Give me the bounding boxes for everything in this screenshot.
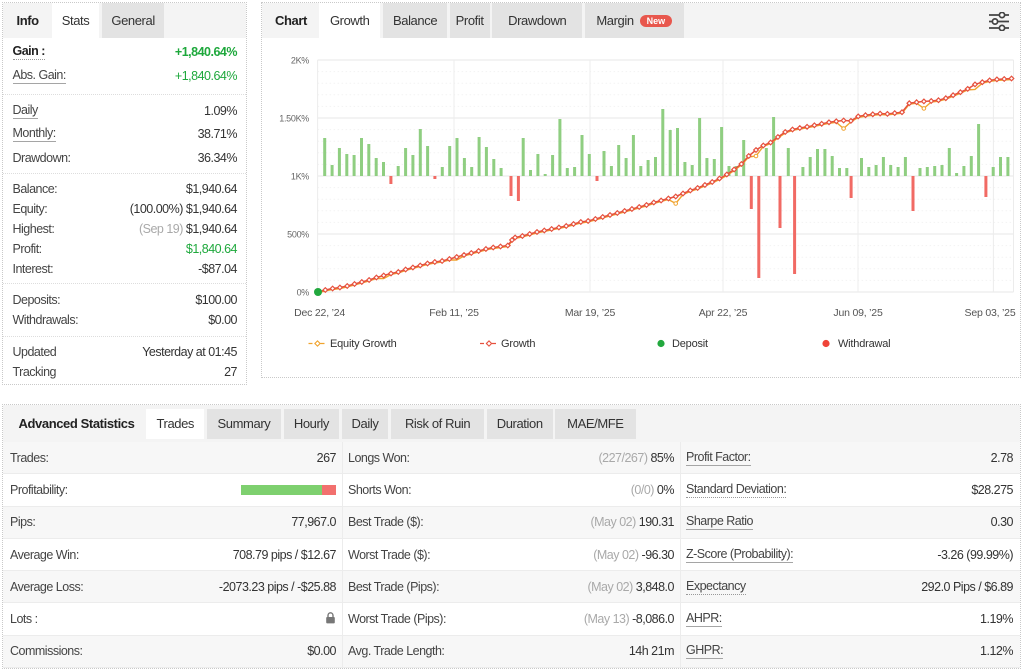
svg-text:2K%: 2K% xyxy=(291,56,309,66)
svg-text:Withdrawal: Withdrawal xyxy=(838,338,890,350)
svg-text:0%: 0% xyxy=(297,288,310,298)
svg-text:Mar 19, ’25: Mar 19, ’25 xyxy=(565,307,616,319)
svg-text:1K%: 1K% xyxy=(291,172,309,182)
svg-text:Deposit: Deposit xyxy=(672,338,708,350)
svg-text:Sep 03, ’25: Sep 03, ’25 xyxy=(965,307,1016,319)
svg-text:Jun 09, ’25: Jun 09, ’25 xyxy=(833,307,883,319)
svg-text:500%: 500% xyxy=(287,230,309,240)
svg-text:Apr 22, ’25: Apr 22, ’25 xyxy=(699,307,748,319)
svg-text:Feb 11, ’25: Feb 11, ’25 xyxy=(429,307,479,319)
svg-text:Dec 22, ’24: Dec 22, ’24 xyxy=(294,307,345,319)
svg-text:Equity Growth: Equity Growth xyxy=(330,338,397,350)
svg-text:Growth: Growth xyxy=(501,338,535,350)
svg-text:1.50K%: 1.50K% xyxy=(279,114,309,124)
